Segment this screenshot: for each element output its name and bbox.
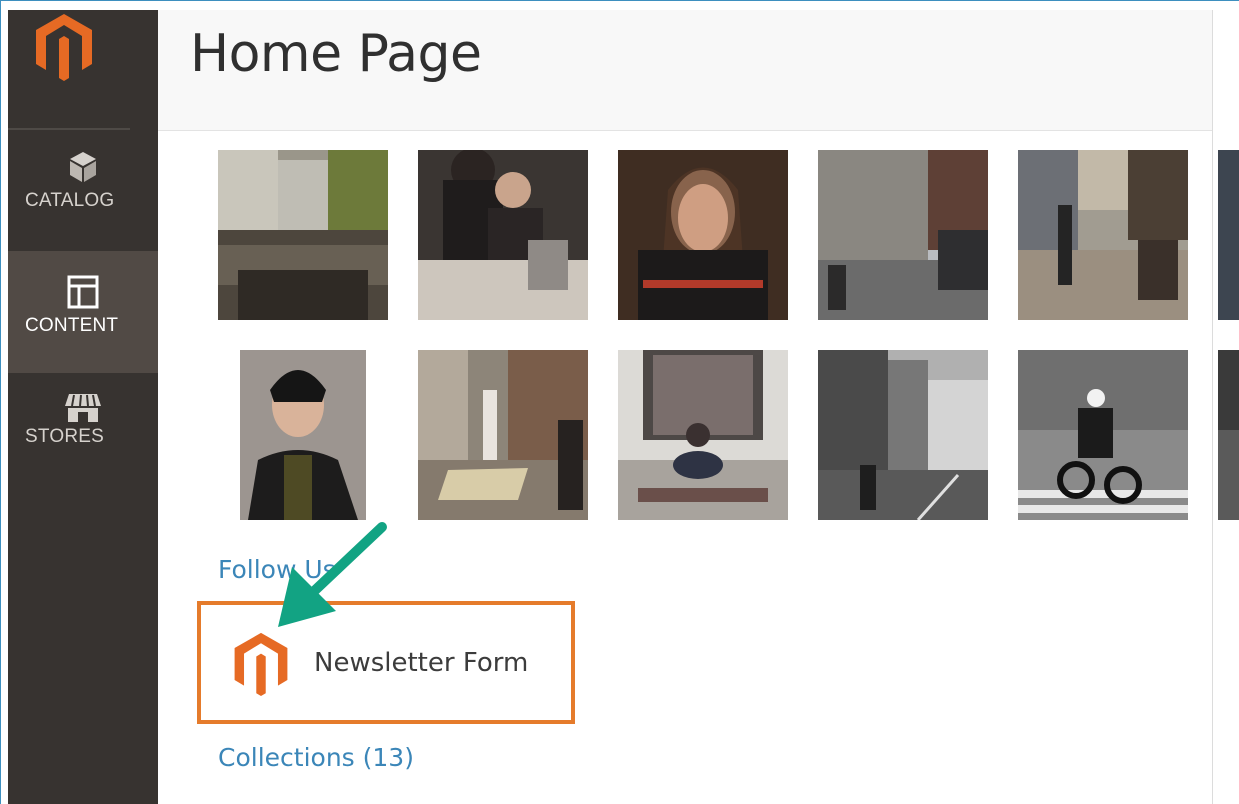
gallery-photo — [218, 150, 388, 320]
page-title: Home Page — [190, 24, 482, 84]
sidebar-item-content[interactable]: CONTENT — [8, 251, 158, 373]
admin-sidebar: CATALOG CONTENT STORES — [8, 10, 158, 804]
gallery-photo — [1018, 150, 1188, 320]
page-header: Home Page — [158, 10, 1212, 131]
magento-widget-icon — [234, 632, 288, 697]
sidebar-item-stores[interactable]: STORES — [8, 374, 158, 496]
gallery-photo — [818, 150, 988, 320]
collections-link[interactable]: Collections (13) — [218, 743, 414, 772]
gallery-photo-partial — [1218, 350, 1239, 520]
sidebar-item-catalog[interactable]: CATALOG — [8, 138, 158, 260]
content-border — [1212, 10, 1213, 804]
gallery-photo — [618, 150, 788, 320]
sidebar-item-label: CONTENT — [25, 315, 119, 336]
layout-icon — [67, 275, 99, 309]
gallery-photo — [1018, 350, 1188, 520]
logo-divider — [8, 128, 130, 130]
sidebar-item-label: STORES — [25, 426, 104, 447]
storefront-icon — [65, 394, 101, 422]
cube-icon — [70, 152, 96, 182]
gallery-photo — [218, 350, 388, 520]
widget-label: Newsletter Form — [314, 648, 529, 678]
gallery-photo — [418, 350, 588, 520]
gallery-photo — [418, 150, 588, 320]
magento-logo-icon[interactable] — [34, 12, 94, 82]
annotation-arrow-icon — [278, 522, 387, 627]
gallery-photo-partial — [1218, 150, 1239, 320]
gallery-photo — [818, 350, 988, 520]
gallery-photo — [618, 350, 788, 520]
sidebar-item-label: CATALOG — [25, 190, 115, 211]
